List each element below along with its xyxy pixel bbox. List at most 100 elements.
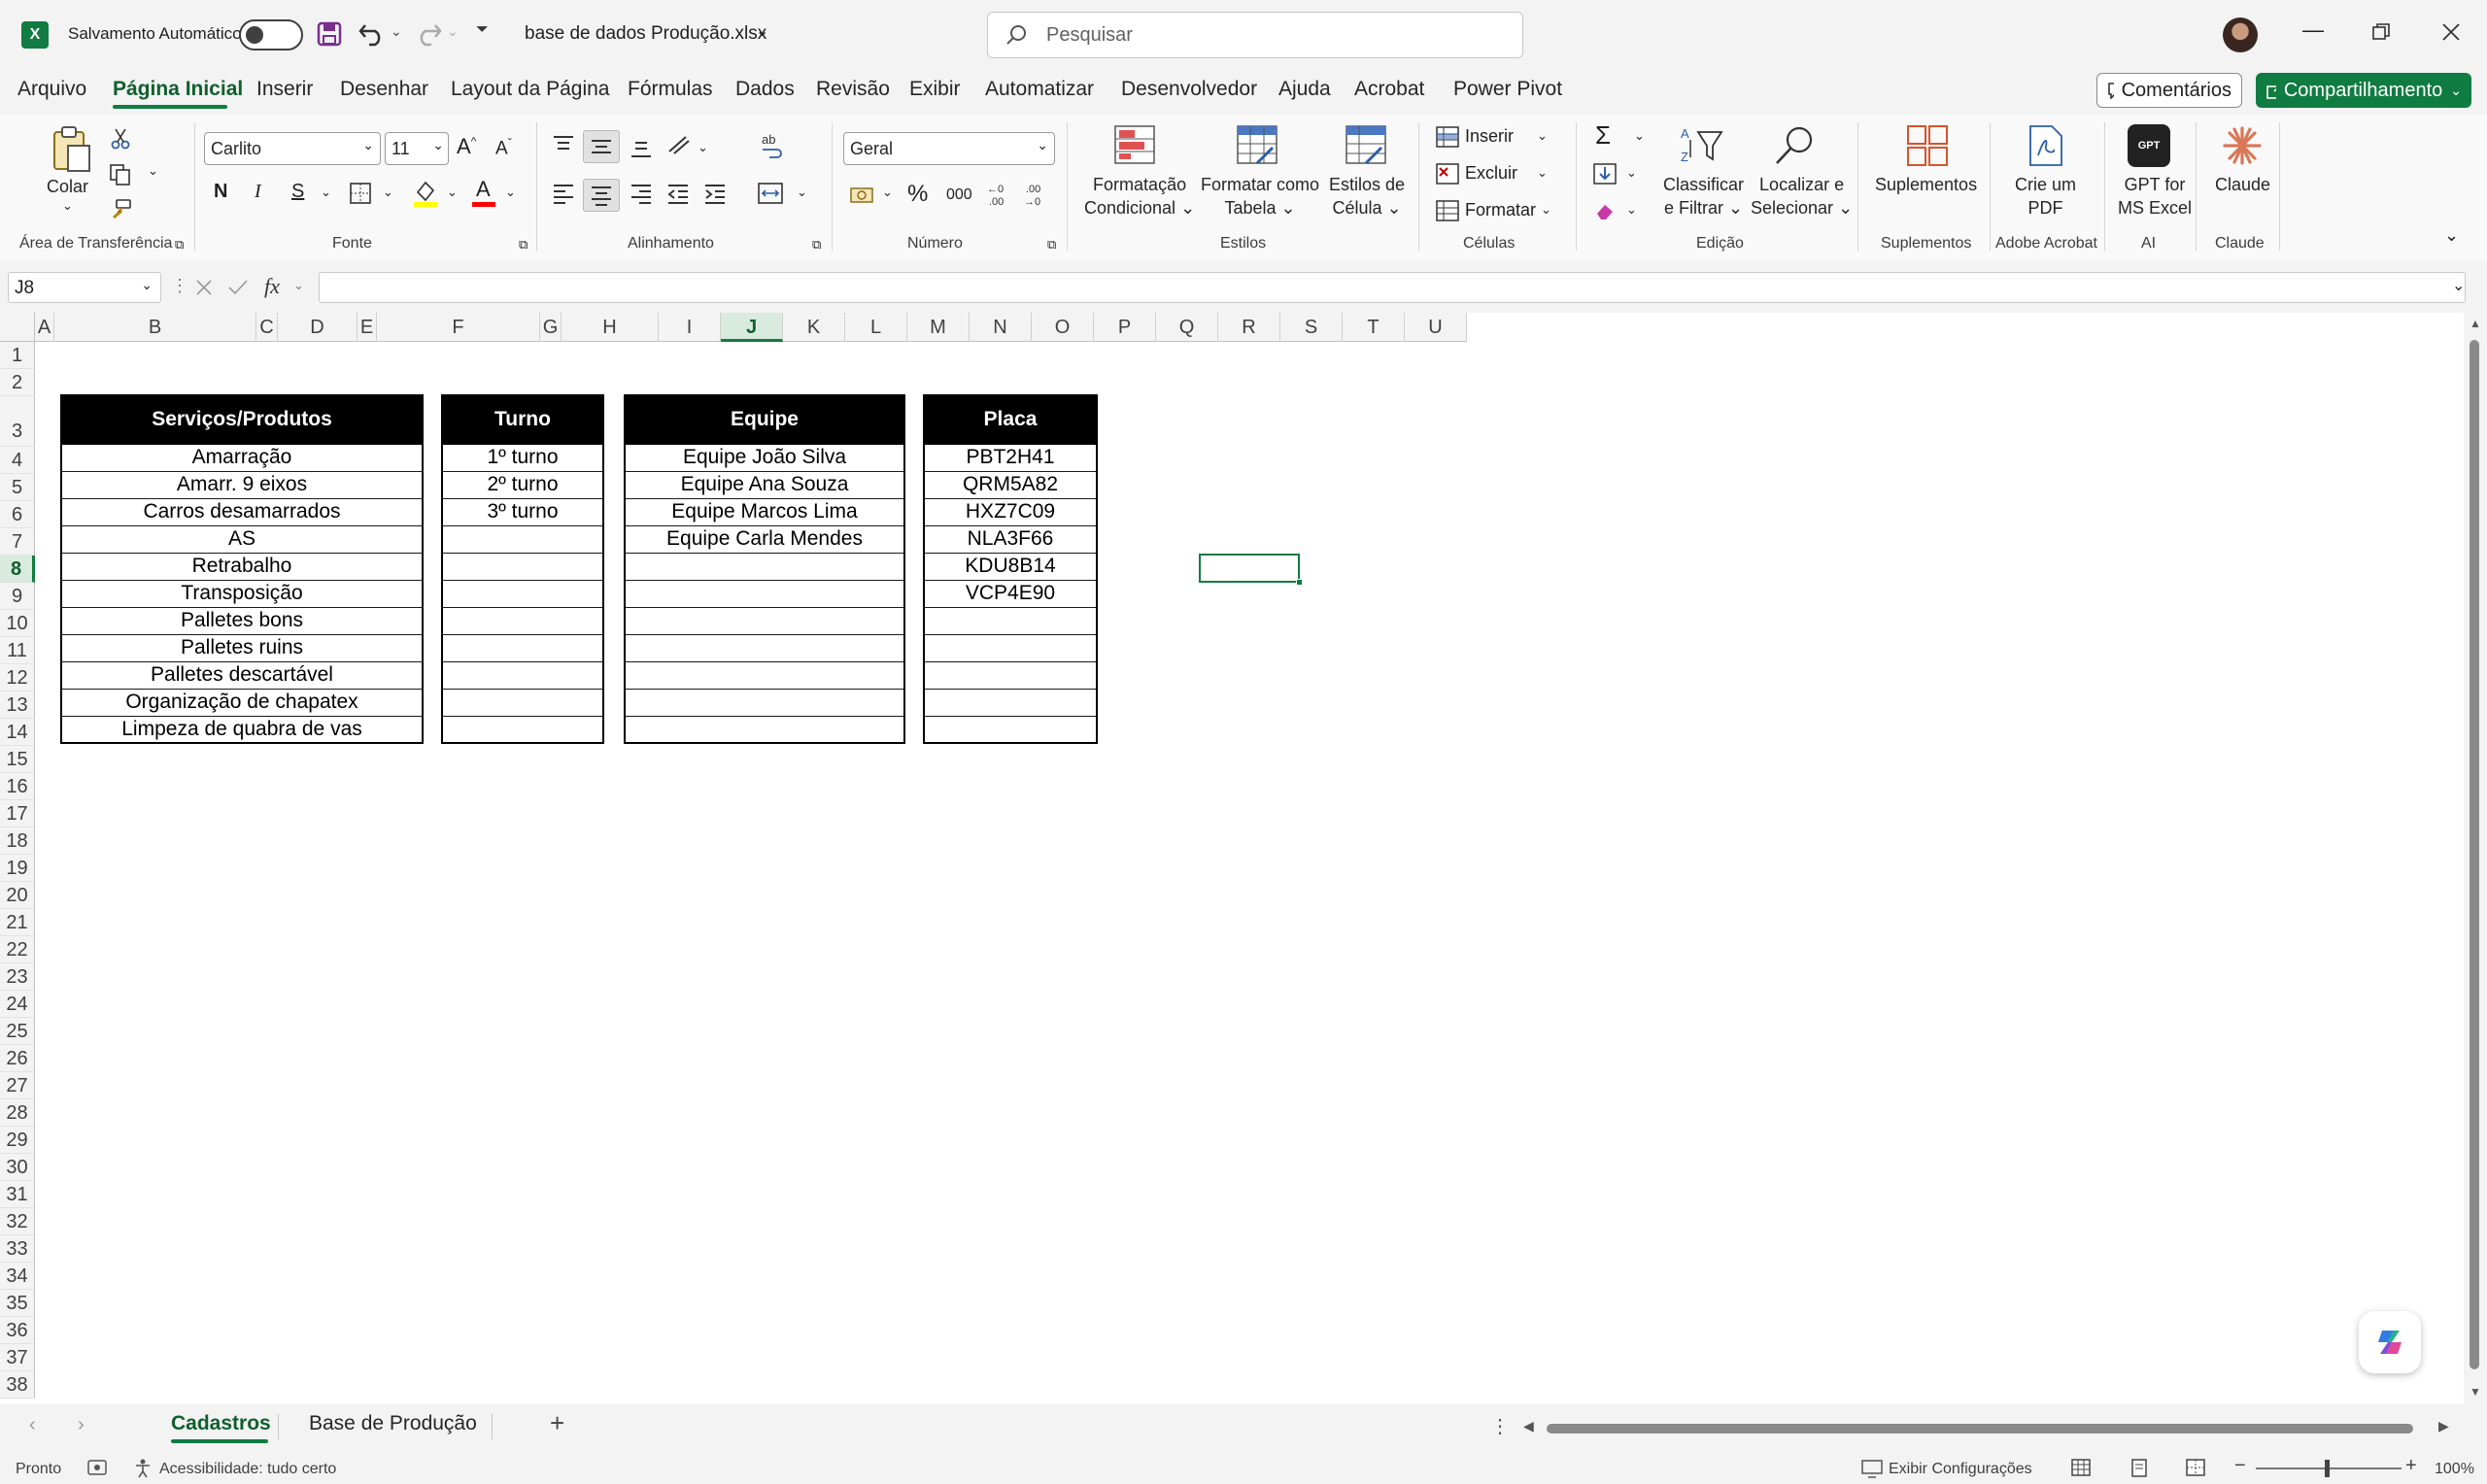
- format-as-table-label[interactable]: Formatar como Tabela ⌄: [1201, 173, 1319, 219]
- align-center-button[interactable]: [583, 179, 620, 212]
- column-header-c[interactable]: C: [256, 313, 278, 342]
- row-header-10[interactable]: 10: [0, 610, 35, 637]
- row-header-16[interactable]: 16: [0, 773, 35, 800]
- row-header-5[interactable]: 5: [0, 474, 35, 501]
- claude-label[interactable]: Claude: [2215, 173, 2270, 196]
- close-icon[interactable]: [2442, 23, 2460, 41]
- normal-view-icon[interactable]: [2071, 1459, 2093, 1478]
- zoom-in-icon[interactable]: +: [2405, 1455, 2417, 1477]
- delete-chevron-icon[interactable]: ⌄: [1537, 165, 1548, 181]
- underline-chevron-icon[interactable]: ⌄: [321, 185, 331, 200]
- share-button[interactable]: Compartilhamento ⌄: [2256, 73, 2471, 108]
- placa-cell[interactable]: [923, 688, 1098, 717]
- borders-chevron-icon[interactable]: ⌄: [383, 185, 393, 200]
- formula-input[interactable]: [319, 272, 2466, 303]
- paste-icon[interactable]: [51, 124, 91, 173]
- align-top-icon[interactable]: [552, 134, 575, 155]
- decrease-font-icon[interactable]: Aˇ: [495, 136, 512, 159]
- column-header-g[interactable]: G: [540, 313, 562, 342]
- servicos-cell[interactable]: Organização de chapatex: [60, 688, 424, 717]
- row-header-1[interactable]: 1: [0, 342, 35, 369]
- row-header-26[interactable]: 26: [0, 1045, 35, 1072]
- equipe-cell[interactable]: Equipe Carla Mendes: [624, 524, 905, 554]
- row-header-3[interactable]: 3: [0, 396, 35, 447]
- macro-record-icon[interactable]: [87, 1459, 109, 1478]
- turno-cell[interactable]: [441, 688, 604, 717]
- function-chevron-icon[interactable]: ⌄: [293, 278, 304, 293]
- row-header-2[interactable]: 2: [0, 369, 35, 396]
- decrease-decimal-icon[interactable]: .00→0: [1024, 181, 1049, 208]
- font-launcher-icon[interactable]: ⧉: [519, 237, 528, 253]
- insert-chevron-icon[interactable]: ⌄: [1537, 128, 1548, 144]
- create-pdf-icon[interactable]: [2027, 124, 2065, 167]
- format-painter-icon[interactable]: [109, 198, 132, 221]
- file-name[interactable]: base de dados Produção.xlsx: [525, 23, 767, 45]
- row-header-21[interactable]: 21: [0, 909, 35, 936]
- row-header-12[interactable]: 12: [0, 664, 35, 691]
- row-header-25[interactable]: 25: [0, 1018, 35, 1045]
- row-header-34[interactable]: 34: [0, 1263, 35, 1290]
- decrease-indent-icon[interactable]: [666, 183, 690, 204]
- tab-pagina-inicial[interactable]: Página Inicial: [113, 78, 243, 101]
- row-header-11[interactable]: 11: [0, 637, 35, 664]
- column-header-b[interactable]: B: [54, 313, 256, 342]
- wrap-text-icon[interactable]: ab: [760, 132, 785, 159]
- worksheet-grid[interactable]: ABCDEFGHIJKLMNOPQRSTU 1 2 3 4 5 6 7 8 9 10 11 12 13 1…: [0, 313, 2464, 1404]
- row-header-7[interactable]: 7: [0, 528, 35, 556]
- zoom-level[interactable]: 100%: [2435, 1461, 2474, 1478]
- scroll-left-icon[interactable]: ◀: [1523, 1418, 1534, 1434]
- row-header-13[interactable]: 13: [0, 691, 35, 719]
- row-header-14[interactable]: 14: [0, 719, 35, 746]
- align-bottom-icon[interactable]: [630, 138, 653, 159]
- row-header-15[interactable]: 15: [0, 746, 35, 773]
- servicos-cell[interactable]: Palletes ruins: [60, 633, 424, 662]
- column-header-l[interactable]: L: [845, 313, 907, 342]
- row-header-33[interactable]: 33: [0, 1235, 35, 1263]
- select-all-corner[interactable]: [0, 313, 35, 342]
- font-size-combo[interactable]: 11 ⌄: [385, 132, 449, 165]
- more-options-icon[interactable]: ⋮: [171, 276, 188, 296]
- row-header-24[interactable]: 24: [0, 991, 35, 1018]
- turno-cell[interactable]: [441, 524, 604, 554]
- placa-cell[interactable]: VCP4E90: [923, 579, 1098, 608]
- sort-filter-icon[interactable]: AZ: [1679, 124, 1723, 167]
- align-middle-button[interactable]: [583, 130, 620, 163]
- placa-cell[interactable]: PBT2H41: [923, 443, 1098, 472]
- fill-handle[interactable]: [1296, 579, 1303, 586]
- format-chevron-icon[interactable]: ⌄: [1541, 202, 1551, 218]
- conditional-formatting-label[interactable]: Formatação Condicional ⌄: [1084, 173, 1195, 219]
- user-avatar[interactable]: [2223, 17, 2258, 52]
- page-layout-view-icon[interactable]: [2129, 1459, 2151, 1478]
- turno-cell[interactable]: [441, 660, 604, 690]
- font-color-icon[interactable]: A: [476, 177, 491, 202]
- row-header-37[interactable]: 37: [0, 1344, 35, 1371]
- clear-icon[interactable]: [1593, 200, 1618, 221]
- number-launcher-icon[interactable]: ⧉: [1047, 237, 1056, 253]
- percent-button[interactable]: %: [907, 181, 928, 208]
- column-header-a[interactable]: A: [35, 313, 54, 342]
- row-header-30[interactable]: 30: [0, 1154, 35, 1181]
- search-box[interactable]: Pesquisar: [987, 12, 1523, 58]
- turno-cell[interactable]: [441, 552, 604, 581]
- servicos-cell[interactable]: Carros desamarrados: [60, 497, 424, 526]
- row-header-9[interactable]: 9: [0, 583, 35, 610]
- paste-chevron-icon[interactable]: ⌄: [62, 194, 73, 218]
- column-header-p[interactable]: P: [1094, 313, 1156, 342]
- clipboard-launcher-icon[interactable]: ⧉: [175, 237, 184, 253]
- row-header-19[interactable]: 19: [0, 855, 35, 882]
- insert-cells-icon[interactable]: [1436, 126, 1459, 148]
- column-header-u[interactable]: U: [1405, 313, 1467, 342]
- filename-chevron-icon[interactable]: ⌄: [756, 21, 768, 41]
- column-header-i[interactable]: I: [659, 313, 721, 342]
- cell-styles-label[interactable]: Estilos de Célula ⌄: [1329, 173, 1405, 219]
- find-select-icon[interactable]: [1772, 124, 1817, 167]
- claude-icon[interactable]: [2221, 124, 2264, 167]
- borders-icon[interactable]: [350, 183, 371, 204]
- row-header-27[interactable]: 27: [0, 1072, 35, 1099]
- row-header-4[interactable]: 4: [0, 447, 35, 474]
- expand-formula-icon[interactable]: ⌄: [2452, 276, 2465, 295]
- cut-icon[interactable]: [111, 128, 130, 150]
- copilot-button[interactable]: [2359, 1311, 2421, 1373]
- tabs-more-icon[interactable]: ⋮: [1490, 1414, 1510, 1438]
- row-header-8[interactable]: 8: [0, 556, 35, 583]
